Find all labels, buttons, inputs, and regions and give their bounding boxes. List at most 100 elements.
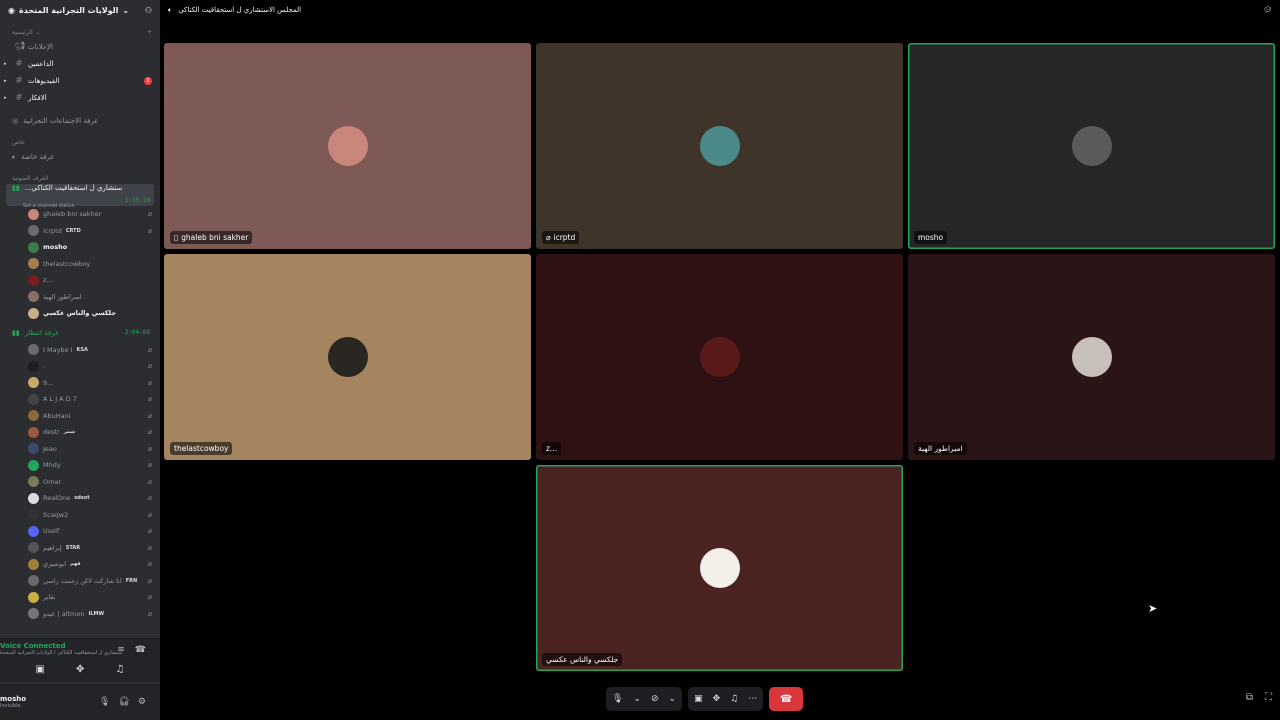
video-tile[interactable]: ⌀ icrptd <box>536 43 903 249</box>
member-name: z... <box>43 276 53 285</box>
voice-member[interactable]: Uself ⌀ <box>0 523 160 540</box>
member-name: I Maybe I <box>43 345 73 354</box>
text-channel-item[interactable]: ▸ # الداعمين <box>0 55 160 72</box>
category-voice[interactable]: الغرف الصوتية <box>0 172 160 184</box>
voice-member[interactable]: Jeao ⌀ <box>0 441 160 458</box>
mic-icon[interactable]: 🎙︎ <box>99 697 110 707</box>
invite-icon[interactable]: ⚇ <box>145 6 152 15</box>
voice-member[interactable]: icrptd CRTD ⌀ <box>0 223 160 240</box>
voice-member[interactable]: Scaqw2 ⌀ <box>0 507 160 524</box>
username: mosho <box>0 695 27 703</box>
muted-icon: ⌀ <box>147 560 152 569</box>
video-tile[interactable]: thelastcowboy <box>164 254 531 460</box>
camera-off-icon[interactable]: ⊘ <box>651 694 659 704</box>
voice-timer: 2:04:08 <box>124 329 150 336</box>
soundboard-icon[interactable]: ♫ <box>116 664 125 675</box>
avatar <box>28 525 39 537</box>
voice-member[interactable]: . ⌀ <box>0 358 160 375</box>
channel-meeting-room[interactable]: ◎ غرفة الاجتماعات التجرانية <box>0 112 160 130</box>
member-name: AbuHani <box>43 411 71 420</box>
voice-member[interactable]: RealOne sdsot ⌀ <box>0 490 160 507</box>
mic-icon[interactable]: 🎙︎ <box>612 694 623 704</box>
popout-icon[interactable]: ⧉ <box>1246 692 1253 703</box>
voice-member[interactable]: A L J A D 7 ⌀ <box>0 391 160 408</box>
noise-suppression-icon[interactable]: ≋ <box>117 645 125 655</box>
fullscreen-icon[interactable]: ⛶ <box>1265 692 1272 703</box>
muted-icon: ⌀ <box>147 494 152 503</box>
member-name: 9... <box>43 378 54 387</box>
add-channel-icon[interactable]: + <box>147 29 152 36</box>
channel-label: الداعمين <box>28 59 54 68</box>
settings-gear-icon[interactable]: ⚙ <box>138 697 146 707</box>
chevron-down-icon[interactable]: ⌄ <box>669 694 677 704</box>
muted-icon: ⌀ <box>147 345 152 354</box>
server-header[interactable]: ◉ الولايات التجرانية المتحدة ⌄ ⚇ <box>0 0 160 20</box>
screen-share-icon[interactable]: ▣ <box>36 664 45 675</box>
voice-channel-label: ...ستشاري ل استحقاقيت الكتاكي <box>24 184 123 192</box>
announcement-icon: 📢︎ <box>14 41 26 52</box>
channel-private-room[interactable]: 🔈︎ غرفة خاصة <box>0 148 160 166</box>
voice-member[interactable]: AbuHani ⌀ <box>0 408 160 425</box>
soundboard-icon[interactable]: ♫ <box>730 694 738 704</box>
mouse-cursor-icon: ➤ <box>1148 602 1158 615</box>
voice-member[interactable]: بقاير ⌀ <box>0 589 160 606</box>
voice-member[interactable]: I Maybe I KSA ⌀ <box>0 342 160 359</box>
member-name: جلكسي والناس عكسي <box>43 309 117 318</box>
chevron-right-icon: ▸ <box>4 77 7 84</box>
activities-icon[interactable]: ✥ <box>76 664 84 675</box>
voice-channel-active[interactable]: ▮▮ ...ستشاري ل استحقاقيت الكتاكي 1:35:19… <box>6 184 154 209</box>
voice-member[interactable]: mosho <box>0 239 160 256</box>
user-info[interactable]: mosho Invisible <box>0 695 26 709</box>
voice-active-icon: ▮▮ <box>12 328 20 337</box>
voice-member[interactable]: Omar ⌀ <box>0 474 160 491</box>
voice-member[interactable]: thelastcowboy <box>0 256 160 273</box>
text-channel-item[interactable]: ▸ # الفيديوهات 1 <box>0 72 160 89</box>
voice-member[interactable]: Mhdy ⌀ <box>0 457 160 474</box>
video-tile[interactable]: امبراطور الهبة <box>908 254 1275 460</box>
voice-member[interactable]: إبراهيم STAR ⌀ <box>0 540 160 557</box>
text-channel-item[interactable]: 📢︎ الإعلانات <box>0 38 160 55</box>
chevron-down-icon[interactable]: ⌄ <box>633 694 641 704</box>
more-options-icon[interactable]: ⋯ <box>748 694 757 704</box>
unread-badge: 1 <box>144 76 152 85</box>
voice-active-icon: ▮▮ <box>12 184 20 192</box>
screen-share-icon[interactable]: ▣ <box>694 694 703 704</box>
headphones-icon[interactable]: 🎧︎ <box>118 697 129 707</box>
voice-member[interactable]: 9... ⌀ <box>0 375 160 392</box>
server-icon: ◉ <box>8 5 15 15</box>
participant-avatar <box>1071 126 1112 166</box>
voice-member[interactable]: انا شاركت لاكن زحمت راسي FRN ⌀ <box>0 573 160 590</box>
channel-label: غرفة خاصة <box>21 153 55 161</box>
member-name: thelastcowboy <box>43 259 91 268</box>
participant-nametag: امبراطور الهبة <box>914 442 967 455</box>
voice-channel-waiting[interactable]: ▮▮ غرفة انتظار 2:04:08 <box>0 324 160 342</box>
muted-icon: ⌀ <box>147 576 152 585</box>
chevron-right-icon: ▸ <box>4 60 7 67</box>
member-name: A L J A D 7 <box>43 395 77 404</box>
voice-member[interactable]: ابوشيري فهم ⌀ <box>0 556 160 573</box>
video-tile[interactable]: جلكسي والناس عكسي <box>536 465 903 671</box>
disconnect-icon[interactable]: ☎ <box>135 645 146 655</box>
participant-avatar <box>699 337 740 377</box>
user-status: Invisible <box>0 703 21 709</box>
video-tile[interactable]: mosho <box>908 43 1275 249</box>
voice-member[interactable]: destr شمر ⌀ <box>0 424 160 441</box>
activities-icon[interactable]: ✥ <box>713 694 721 704</box>
call-controls: 🎙︎ ⌄ ⊘ ⌄ ▣ ✥ ♫ ⋯ ☎ <box>606 686 826 712</box>
chat-bubble-icon[interactable]: 💬︎ <box>1263 6 1272 14</box>
voice-member[interactable]: امبراطور الهبة <box>0 289 160 306</box>
chevron-down-icon: ⌄ <box>122 5 130 15</box>
leave-call-button[interactable]: ☎ <box>769 687 804 711</box>
avatar <box>28 558 39 570</box>
video-tile[interactable]: ▯ ghaleb bni sakher <box>164 43 531 249</box>
voice-member[interactable]: z... <box>0 272 160 289</box>
text-channel-item[interactable]: ▸ # الافكار <box>0 89 160 106</box>
voice-member[interactable]: جلكسي والناس عكسي <box>0 305 160 322</box>
category-private[interactable]: خاص <box>0 136 160 148</box>
hash-icon: # <box>15 58 23 69</box>
video-tile[interactable]: z... <box>536 254 903 460</box>
avatar <box>28 360 39 372</box>
category-main[interactable]: الرئيسية ⌄ + <box>0 26 160 38</box>
participant-avatar <box>327 126 368 166</box>
voice-member[interactable]: عبدو | altmon ILMW ⌀ <box>0 606 160 623</box>
